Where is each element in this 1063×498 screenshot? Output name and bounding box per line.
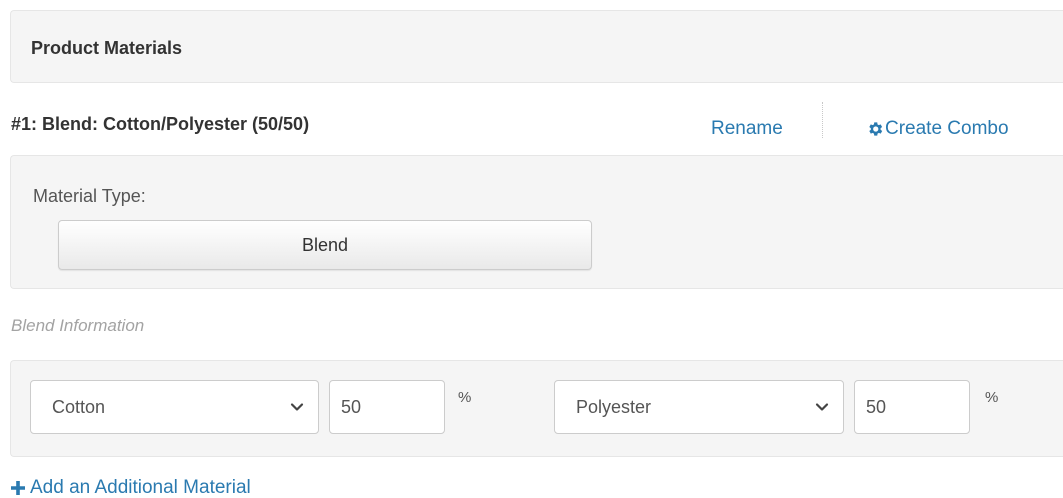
fiber-select-2[interactable]: Polyester [554,380,844,434]
chevron-down-icon [290,403,304,411]
add-material-link[interactable]: Add an Additional Material [10,477,251,498]
blend-information-heading: Blend Information [11,316,145,335]
percent-input-1[interactable]: 50 [329,380,445,434]
link-divider [822,102,823,138]
fiber-select-1-value: Cotton [52,396,106,417]
chevron-down-icon [815,403,829,411]
gear-icon [869,122,883,136]
add-material-label: Add an Additional Material [30,477,251,498]
material-type-panel: Material Type: Blend [10,155,1063,289]
percent-input-2[interactable]: 50 [854,380,970,434]
rename-link[interactable]: Rename [711,118,783,140]
material-type-label: Material Type: [33,186,146,206]
create-combo-label: Create Combo [885,118,1009,139]
plus-icon [11,481,25,495]
section-header: Product Materials [10,10,1063,83]
create-combo-link[interactable]: Create Combo [866,118,1009,140]
material-heading: #1: Blend: Cotton/Polyester (50/50) [11,114,310,134]
fiber-select-2-value: Polyester [576,396,652,417]
product-materials-page: Product Materials #1: Blend: Cotton/Poly… [0,0,1063,498]
percent-symbol-1: % [458,389,472,406]
percent-symbol-2: % [985,389,999,406]
material-type-button[interactable]: Blend [58,220,592,270]
section-title: Product Materials [31,38,183,58]
fiber-select-1[interactable]: Cotton [30,380,319,434]
blend-panel: Cotton 50 % Polyester 50 % [10,360,1063,457]
